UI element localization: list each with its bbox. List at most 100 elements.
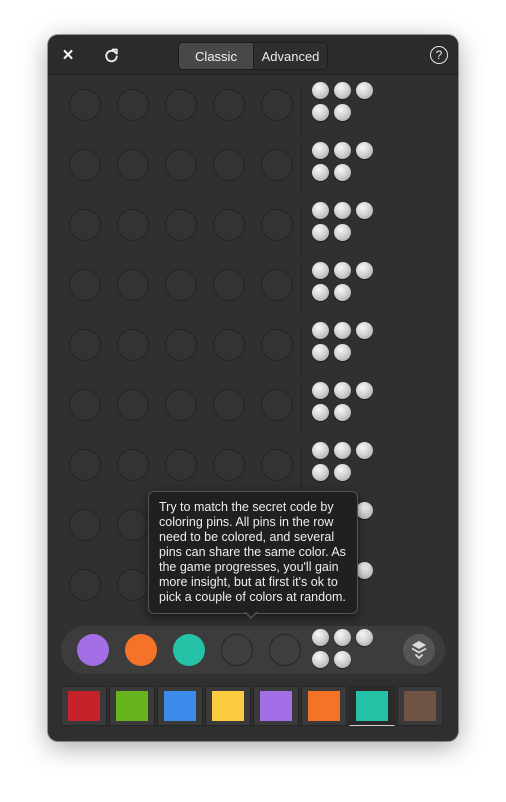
guess-row xyxy=(48,135,458,195)
row-divider xyxy=(301,145,302,195)
hint-peg xyxy=(334,464,351,481)
hint-peg xyxy=(356,382,373,399)
row-divider xyxy=(301,325,302,375)
hint-peg xyxy=(356,562,373,579)
row-divider xyxy=(301,265,302,315)
hint-peg xyxy=(312,344,329,361)
help-icon: ? xyxy=(430,46,448,64)
empty-guess-pin[interactable] xyxy=(221,634,253,666)
hint-peg xyxy=(334,629,351,646)
hint-peg xyxy=(312,104,329,121)
empty-pin xyxy=(213,89,245,121)
current-guess-row xyxy=(61,626,445,674)
hint-peg xyxy=(356,142,373,159)
hint-peg xyxy=(356,442,373,459)
close-button[interactable]: × xyxy=(55,42,81,68)
color-swatch xyxy=(164,691,196,721)
palette-color-button[interactable] xyxy=(397,686,443,726)
hint-peg xyxy=(334,651,351,668)
hint-peg xyxy=(312,464,329,481)
hint-peg xyxy=(334,322,351,339)
guess-row xyxy=(48,195,458,255)
hint-peg xyxy=(334,142,351,159)
reveal-button[interactable] xyxy=(403,634,435,666)
guess-pin[interactable] xyxy=(77,634,109,666)
tooltip-text: Try to match the secret code by coloring… xyxy=(159,500,346,604)
color-swatch xyxy=(68,691,100,721)
empty-pin xyxy=(261,89,293,121)
close-icon: × xyxy=(62,44,74,66)
empty-pin xyxy=(69,389,101,421)
empty-pin xyxy=(69,149,101,181)
hint-peg xyxy=(356,82,373,99)
hint-peg xyxy=(356,502,373,519)
hint-peg xyxy=(312,262,329,279)
empty-pin xyxy=(69,569,101,601)
header-bar: × Classic Advanced ? xyxy=(48,35,458,75)
hint-peg xyxy=(312,651,329,668)
color-swatch xyxy=(356,691,388,721)
guess-row xyxy=(48,375,458,435)
empty-pin xyxy=(69,209,101,241)
guess-pin[interactable] xyxy=(173,634,205,666)
color-swatch xyxy=(404,691,436,721)
tab-advanced[interactable]: Advanced xyxy=(254,43,327,69)
empty-pin xyxy=(69,449,101,481)
color-swatch xyxy=(212,691,244,721)
palette-color-button[interactable] xyxy=(157,686,203,726)
hint-peg xyxy=(356,322,373,339)
empty-pin xyxy=(261,389,293,421)
empty-pin xyxy=(117,149,149,181)
hint-peg xyxy=(312,284,329,301)
hint-peg xyxy=(334,164,351,181)
hint-peg xyxy=(356,629,373,646)
empty-pin xyxy=(213,389,245,421)
empty-pin xyxy=(165,149,197,181)
palette-color-button[interactable] xyxy=(253,686,299,726)
empty-pin xyxy=(213,329,245,361)
instructions-tooltip: Try to match the secret code by coloring… xyxy=(148,491,358,614)
empty-pin xyxy=(69,269,101,301)
color-swatch xyxy=(308,691,340,721)
empty-pin xyxy=(261,449,293,481)
hint-peg xyxy=(334,224,351,241)
hint-peg xyxy=(334,404,351,421)
empty-pin xyxy=(213,149,245,181)
palette-color-button[interactable] xyxy=(109,686,155,726)
hint-peg xyxy=(312,629,329,646)
palette-color-button[interactable] xyxy=(349,686,395,726)
layers-down-icon xyxy=(411,641,427,659)
hint-peg xyxy=(312,404,329,421)
tab-classic[interactable]: Classic xyxy=(179,43,254,69)
hint-peg xyxy=(334,262,351,279)
hint-peg xyxy=(312,142,329,159)
help-button[interactable]: ? xyxy=(426,42,452,68)
restart-button[interactable] xyxy=(98,42,124,68)
empty-pin xyxy=(117,569,149,601)
hint-peg xyxy=(356,202,373,219)
empty-pin xyxy=(261,329,293,361)
empty-guess-pin[interactable] xyxy=(269,634,301,666)
guess-pin[interactable] xyxy=(125,634,157,666)
empty-pin xyxy=(261,149,293,181)
color-swatch xyxy=(260,691,292,721)
color-swatch xyxy=(116,691,148,721)
hint-peg xyxy=(334,382,351,399)
empty-pin xyxy=(213,269,245,301)
empty-pin xyxy=(69,89,101,121)
guess-row xyxy=(48,315,458,375)
empty-pin xyxy=(69,509,101,541)
palette-color-button[interactable] xyxy=(61,686,107,726)
empty-pin xyxy=(69,329,101,361)
empty-pin xyxy=(117,209,149,241)
empty-pin xyxy=(261,269,293,301)
palette-color-button[interactable] xyxy=(301,686,347,726)
row-divider xyxy=(301,445,302,495)
empty-pin xyxy=(213,209,245,241)
empty-pin xyxy=(261,209,293,241)
hint-peg xyxy=(334,284,351,301)
empty-pin xyxy=(117,389,149,421)
row-divider xyxy=(301,385,302,435)
restart-icon xyxy=(104,48,118,62)
palette-color-button[interactable] xyxy=(205,686,251,726)
